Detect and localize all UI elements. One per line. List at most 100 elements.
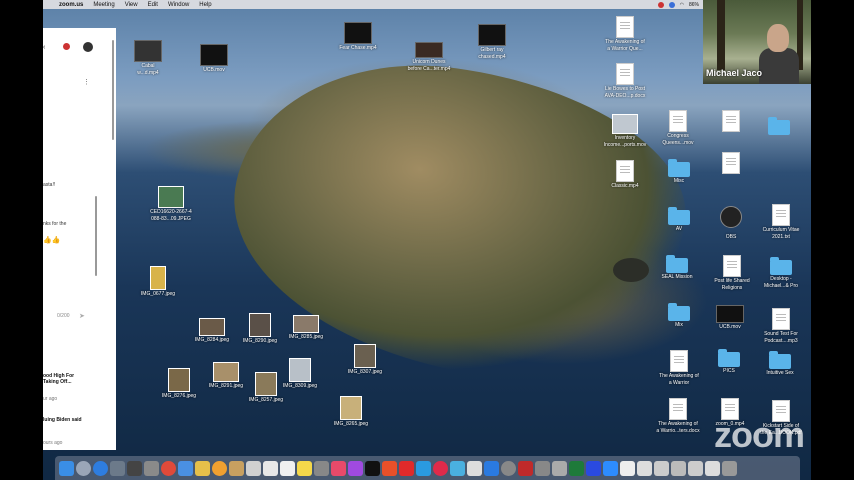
desktop-icon-document[interactable]: Post life Shared Religions	[706, 255, 758, 291]
desktop-icon-photo[interactable]: IMG_8307.jpeg	[344, 344, 386, 375]
icon-label: IMG_8291.jpeg	[208, 383, 244, 389]
desktop-icon-document[interactable]: The Awakening of a Warrio...ters.docx	[650, 398, 706, 434]
app-store-icon[interactable]	[484, 460, 499, 476]
recording-icon[interactable]	[657, 1, 664, 8]
desktop-icon-photo[interactable]: IMG_8265.jpeg	[329, 396, 373, 427]
icon-label: Mix	[675, 322, 683, 328]
desktop-icon-document[interactable]	[720, 152, 742, 174]
desktop-icon-video[interactable]: Cabal w...d.mp4	[130, 40, 166, 76]
menu-app-name[interactable]: zoom.us	[59, 2, 83, 8]
menu-edit[interactable]: Edit	[148, 2, 158, 8]
app-icon[interactable]	[416, 460, 431, 476]
desktop-icon-folder[interactable]	[764, 117, 794, 135]
notification-badge-icon[interactable]	[63, 43, 70, 50]
chevron-icon[interactable]: ‹	[43, 44, 45, 51]
desktop-icon-document[interactable]: Congress Queens...mov	[654, 110, 702, 146]
app-icon[interactable]	[144, 460, 159, 476]
app-icon[interactable]	[688, 460, 703, 476]
menu-view[interactable]: View	[125, 2, 138, 8]
chat-scrollbar[interactable]	[112, 40, 114, 140]
menu-help[interactable]: Help	[199, 2, 211, 8]
preview-icon[interactable]	[110, 460, 125, 476]
desktop-icon-photo[interactable]: IMG_8276.jpeg	[155, 368, 203, 399]
desktop-icon-video[interactable]: UCB.mov	[712, 305, 748, 330]
desktop-icon-video[interactable]: Fear Chase.mp4	[336, 22, 380, 51]
app-icon[interactable]	[654, 460, 669, 476]
battery-percent[interactable]: 86%	[689, 2, 699, 8]
chrome-icon[interactable]	[161, 460, 176, 476]
desktop-icon-photo[interactable]: IMG_8284.jpeg	[189, 318, 235, 343]
app-icon[interactable]	[586, 460, 601, 476]
desktop-icon-app[interactable]: OBS	[716, 206, 746, 240]
desktop-icon-folder[interactable]: Mix	[664, 303, 694, 328]
app-icon[interactable]	[467, 460, 482, 476]
app-icon[interactable]	[399, 460, 414, 476]
settings-icon[interactable]	[501, 460, 516, 476]
desktop-icon-video[interactable]: UCB.mov	[196, 44, 232, 73]
desktop-icon-photo[interactable]: IMG_8290.jpeg	[238, 313, 282, 344]
app-icon[interactable]	[535, 460, 550, 476]
desktop-icon-folder[interactable]: Intuitive Sex	[758, 351, 802, 376]
desktop-icon-folder[interactable]: Desktop - Michael...& Pro	[758, 257, 804, 289]
chat-scrollbar-2[interactable]	[95, 196, 97, 276]
finder-icon[interactable]	[59, 460, 74, 476]
app-icon[interactable]	[518, 460, 533, 476]
app-icon[interactable]	[705, 460, 720, 476]
desktop-icon-photo[interactable]: IMG_8285.jpeg	[284, 315, 328, 340]
desktop-icon-photo[interactable]: Inventory Income...ports.mov	[600, 114, 650, 148]
trash-icon[interactable]	[722, 460, 737, 476]
app-icon[interactable]	[314, 460, 329, 476]
app-icon[interactable]	[280, 460, 295, 476]
app-icon[interactable]	[382, 460, 397, 476]
app-icon[interactable]	[450, 460, 465, 476]
news-headline[interactable]: luing Biden said	[43, 417, 82, 423]
desktop-icon-document[interactable]: The Awakening of a Warrior	[654, 350, 704, 386]
desktop-icon-document[interactable]: Sound Test For Podcast....mp3	[756, 308, 806, 344]
app-icon[interactable]	[637, 460, 652, 476]
news-headline[interactable]: Taking Off...	[43, 379, 72, 385]
desktop-icon-document[interactable]: The Awakening of a Warrior Que...	[600, 16, 650, 52]
desktop-icon-folder[interactable]: AV	[662, 207, 696, 232]
launchpad-icon[interactable]	[76, 460, 91, 476]
desktop-icon-document[interactable]	[720, 110, 742, 132]
app-icon[interactable]	[178, 460, 193, 476]
app-icon[interactable]	[195, 460, 210, 476]
desktop-icon-folder[interactable]: PICS	[714, 349, 744, 374]
document-icon[interactable]	[620, 460, 635, 476]
calendar-icon[interactable]	[263, 460, 278, 476]
podcasts-icon[interactable]	[348, 460, 363, 476]
avatar[interactable]	[83, 42, 93, 52]
document-icon	[722, 110, 740, 132]
desktop-icon-document[interactable]: Lie Bowes to Post AVA-DEO...p.docx	[600, 63, 650, 99]
zoom-icon[interactable]	[603, 460, 618, 476]
app-icon[interactable]	[671, 460, 686, 476]
app-icon[interactable]	[552, 460, 567, 476]
desktop-icon-folder[interactable]: SEAL Mission	[652, 255, 702, 280]
send-icon[interactable]: ➤	[79, 312, 85, 320]
app-icon[interactable]	[246, 460, 261, 476]
flag-icon[interactable]	[668, 1, 675, 8]
music-icon[interactable]	[331, 460, 346, 476]
menu-meeting[interactable]: Meeting	[93, 2, 114, 8]
menu-window[interactable]: Window	[168, 2, 189, 8]
tv-icon[interactable]	[365, 460, 380, 476]
desktop-icon-photo[interactable]: IMG_0677.jpeg	[136, 266, 180, 297]
app-icon[interactable]	[433, 460, 448, 476]
desktop-icon-photo[interactable]: CED16620-2667-4 088-83...09.JPEG	[144, 186, 198, 222]
desktop-icon-video[interactable]: Gilbert ray chased.mp4	[470, 24, 514, 60]
app-icon[interactable]	[229, 460, 244, 476]
safari-icon[interactable]	[93, 460, 108, 476]
wifi-icon[interactable]: ◠	[680, 2, 684, 8]
participant-video[interactable]: Michael Jaco	[703, 0, 811, 84]
more-options-icon[interactable]: ⋮	[83, 78, 90, 86]
desktop-icon-video[interactable]: Unicorn Dunes before Ca...ter.mp4	[404, 42, 454, 72]
app-icon[interactable]	[127, 460, 142, 476]
notes-icon[interactable]	[297, 460, 312, 476]
desktop-icon-photo[interactable]: IMG_8291.jpeg	[204, 362, 248, 389]
desktop-icon-document[interactable]: Curriculum Vitae 2021.txt	[756, 204, 806, 240]
excel-icon[interactable]	[569, 460, 584, 476]
desktop-icon-folder[interactable]: Misc	[662, 159, 696, 184]
desktop-icon-photo[interactable]: IMG_8309.jpeg	[279, 358, 321, 389]
desktop-icon-document[interactable]: Classic.mp4	[604, 160, 646, 189]
photos-icon[interactable]	[212, 460, 227, 476]
